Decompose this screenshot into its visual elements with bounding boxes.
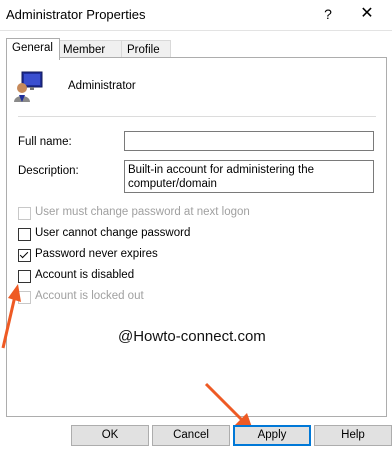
watermark-text: @Howto-connect.com xyxy=(118,328,266,345)
user-avatar-icon xyxy=(12,71,44,103)
window-title: Administrator Properties xyxy=(6,7,146,22)
tab-general[interactable]: General xyxy=(6,38,60,60)
title-bar: Administrator Properties ? ✕ xyxy=(0,0,392,31)
help-button[interactable]: Help xyxy=(314,425,392,446)
close-icon[interactable]: ✕ xyxy=(356,4,378,24)
checkbox[interactable] xyxy=(18,249,31,262)
option-label: Account is locked out xyxy=(35,290,144,302)
option-label: Account is disabled xyxy=(35,269,135,281)
option-label: User cannot change password xyxy=(35,227,191,239)
checkbox[interactable] xyxy=(18,228,31,241)
description-label: Description: xyxy=(18,165,79,177)
full-name-label: Full name: xyxy=(18,136,72,148)
account-name: Administrator xyxy=(68,80,136,92)
option-label: User must change password at next logon xyxy=(35,206,250,218)
description-field[interactable]: Built-in account for administering the c… xyxy=(124,160,374,193)
full-name-field[interactable] xyxy=(124,131,374,151)
annotation-arrow-icon xyxy=(1,284,21,349)
checkbox[interactable] xyxy=(18,207,31,220)
separator xyxy=(18,116,376,117)
ok-button[interactable]: OK xyxy=(71,425,149,446)
help-icon[interactable]: ? xyxy=(318,4,338,24)
cancel-button[interactable]: Cancel xyxy=(152,425,230,446)
option-label: Password never expires xyxy=(35,248,158,260)
apply-button[interactable]: Apply xyxy=(233,425,311,446)
